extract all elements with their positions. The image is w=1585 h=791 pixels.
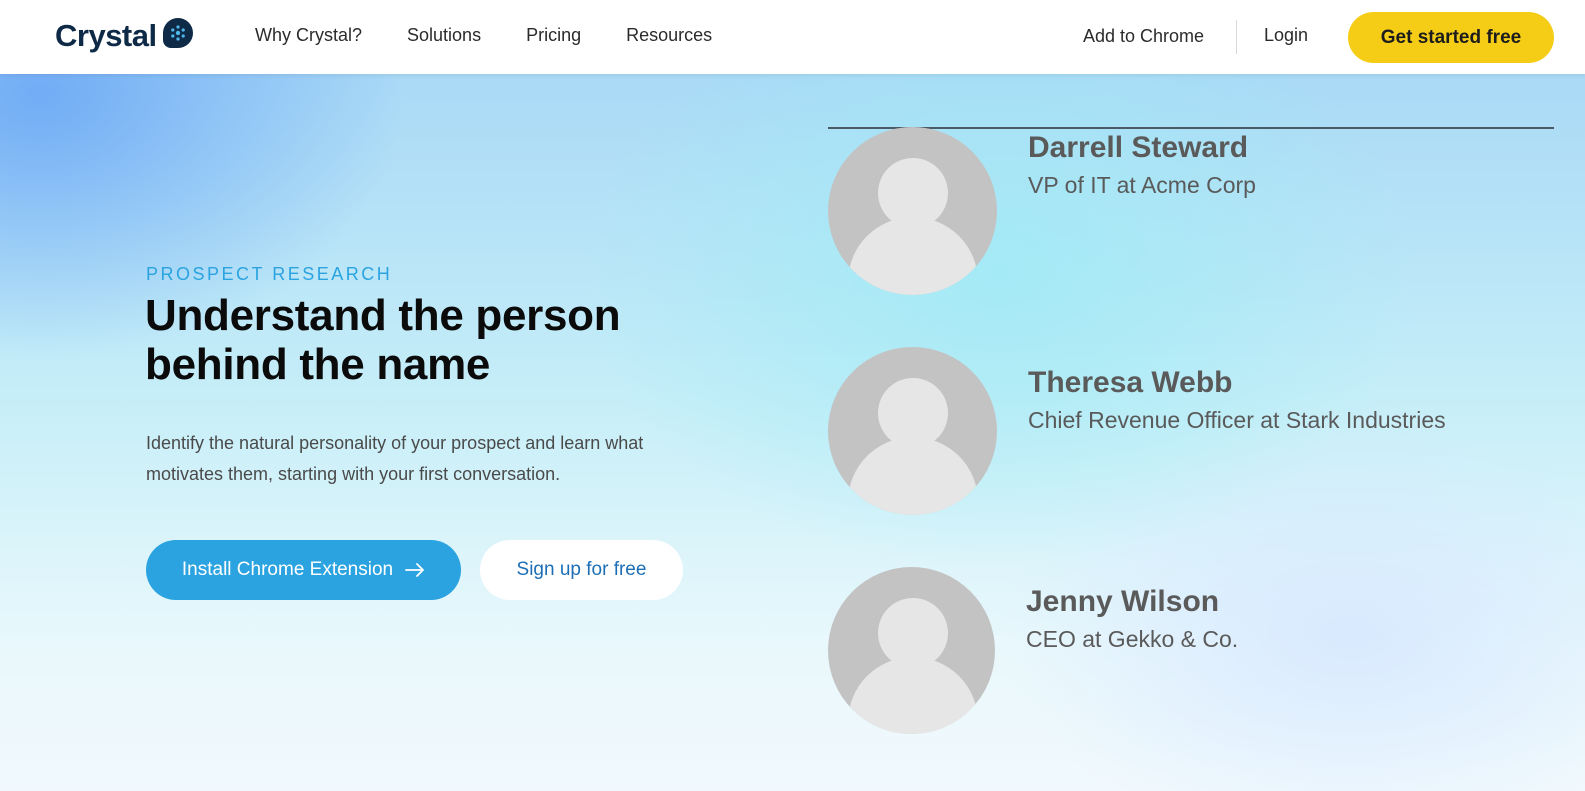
profile-name: Darrell Steward xyxy=(1028,131,1249,164)
get-started-button[interactable]: Get started free xyxy=(1348,12,1554,63)
page: Crystal Why Crystal? Solutions Pricing R… xyxy=(0,0,1585,791)
login-link[interactable]: Login xyxy=(1264,25,1308,46)
site-header: Crystal Why Crystal? Solutions Pricing R… xyxy=(0,0,1585,74)
avatar-placeholder-icon xyxy=(828,127,997,295)
headline-line-1: Understand the person xyxy=(145,291,621,340)
sign-up-free-button[interactable]: Sign up for free xyxy=(480,540,683,600)
header-divider xyxy=(1236,20,1237,54)
profile-role: CEO at Gekko & Co. xyxy=(1026,626,1239,652)
logo-text: Crystal xyxy=(55,18,157,53)
headline-line-2: behind the name xyxy=(145,340,491,389)
profile-name: Jenny Wilson xyxy=(1026,585,1220,618)
main-nav: Why Crystal? Solutions Pricing Resources xyxy=(255,25,712,46)
nav-why-crystal[interactable]: Why Crystal? xyxy=(255,25,362,46)
profiles-top-rule xyxy=(828,127,1554,129)
description-line-1: Identify the natural personality of your… xyxy=(146,433,644,453)
hero-description: Identify the natural personality of your… xyxy=(146,428,686,490)
avatar-placeholder-icon xyxy=(828,347,997,515)
add-to-chrome-link[interactable]: Add to Chrome xyxy=(1083,26,1204,47)
profile-name: Theresa Webb xyxy=(1028,366,1233,399)
profile-role: VP of IT at Acme Corp xyxy=(1028,172,1256,198)
arrow-right-icon xyxy=(405,563,425,577)
nav-resources[interactable]: Resources xyxy=(626,25,712,46)
logo-mark-icon xyxy=(162,18,193,48)
description-line-2: motivates them, starting with your first… xyxy=(146,464,561,484)
install-chrome-extension-button[interactable]: Install Chrome Extension xyxy=(146,540,461,600)
nav-solutions[interactable]: Solutions xyxy=(407,25,481,46)
nav-pricing[interactable]: Pricing xyxy=(526,25,581,46)
section-eyebrow: PROSPECT RESEARCH xyxy=(146,264,393,284)
install-button-label: Install Chrome Extension xyxy=(181,559,394,580)
hero-headline: Understand the person behind the name xyxy=(145,291,705,389)
profile-role: Chief Revenue Officer at Stark Industrie… xyxy=(1028,407,1446,433)
avatar-placeholder-icon xyxy=(828,567,995,734)
crystal-logo[interactable]: Crystal xyxy=(55,18,193,54)
